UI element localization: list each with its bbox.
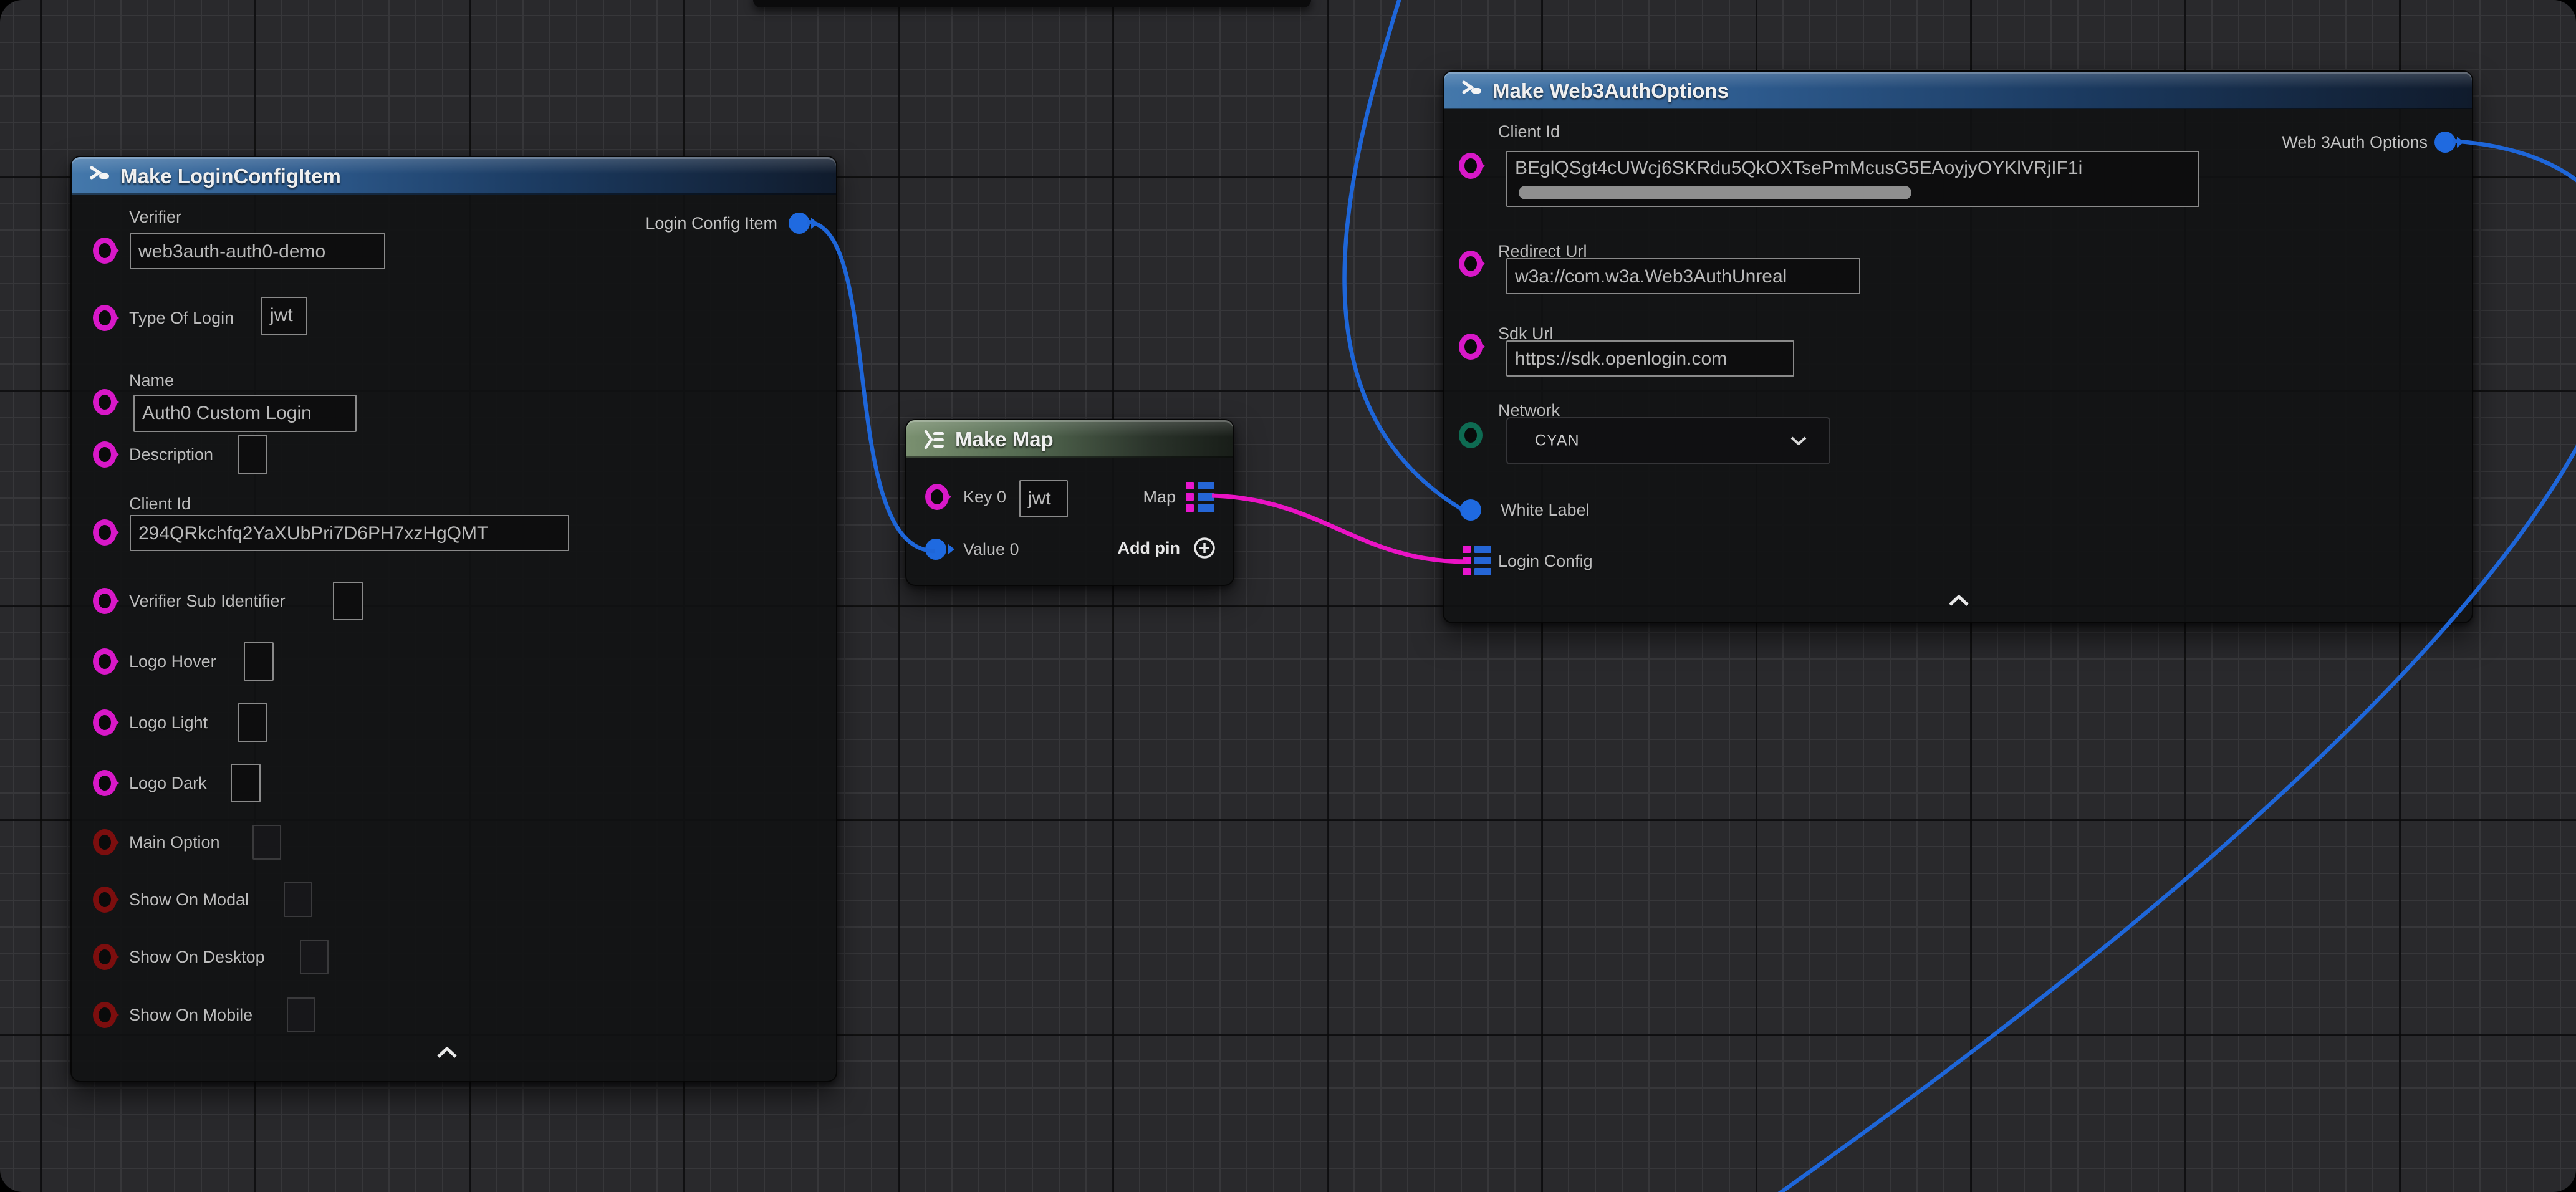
pin-label-type-of-login: Type Of Login [129,308,234,328]
name-field[interactable]: Auth0 Custom Login [133,395,357,432]
pin-label-show-on-desktop: Show On Desktop [129,947,265,967]
chevron-down-icon [1789,435,1808,446]
pin-label-main-option: Main Option [129,832,220,852]
pin-label-description: Description [129,445,213,464]
pin-label-show-on-modal: Show On Modal [129,890,249,910]
network-selected-value: CYAN [1535,432,1580,450]
input-pin-sdk-url[interactable] [1459,334,1483,360]
main-option-checkbox[interactable] [252,825,281,860]
input-pin-client-id[interactable] [93,519,117,546]
input-pin-key-0[interactable] [925,484,949,510]
client-id-field[interactable]: 294QRkchfq2YaXUbPri7D6PH7xzHgQMT [130,515,569,551]
pin-label-logo-dark: Logo Dark [129,773,207,793]
input-pin-description[interactable] [93,441,117,468]
screenshot-frame: Make LoginConfigItem Login Config Item V… [0,0,2576,1192]
input-pin-logo-dark[interactable] [93,770,117,796]
show-on-desktop-checkbox[interactable] [300,940,329,974]
input-pin-login-config[interactable] [1463,546,1491,575]
make-struct-icon [87,164,112,189]
input-pin-name[interactable] [93,389,117,415]
collapse-node-chevron[interactable] [436,1046,458,1059]
make-map-icon [921,427,946,452]
node-header[interactable]: Make Web3AuthOptions [1444,72,2472,109]
pin-label-verifier: Verifier [129,207,181,227]
pin-label-logo-light: Logo Light [129,713,208,733]
show-on-modal-checkbox[interactable] [284,882,312,917]
output-label-map: Map [1143,487,1176,507]
logo-light-field[interactable] [238,703,267,742]
output-pin-login-config-item[interactable] [789,213,810,234]
wire-map-to-login-config[interactable] [1212,496,1466,562]
input-pin-type-of-login[interactable] [93,305,117,331]
input-pin-redirect-url[interactable] [1459,251,1483,277]
client-id-value: BEglQSgt4cUWcj6SKRdu5QkOXTsePmMcusG5EAoy… [1515,158,2082,178]
pin-label-key-0: Key 0 [963,487,1006,507]
show-on-mobile-checkbox[interactable] [287,997,315,1032]
node-header[interactable]: Make LoginConfigItem [72,157,836,195]
node-make-map[interactable]: Make Map Key 0 jwt Map Value 0 Add pin [905,419,1234,586]
client-id-horizontal-scrollbar[interactable] [1519,186,1911,199]
pin-label-show-on-mobile: Show On Mobile [129,1005,252,1025]
node-title: Make Web3AuthOptions [1492,79,1729,103]
input-pin-logo-light[interactable] [93,709,117,736]
input-pin-logo-hover[interactable] [93,648,117,675]
input-pin-verifier-sub-identifier[interactable] [93,588,117,614]
pin-label-verifier-sub-identifier: Verifier Sub Identifier [129,591,286,611]
type-of-login-field[interactable]: jwt [261,297,307,335]
redirect-url-field[interactable]: w3a://com.w3a.Web3AuthUnreal [1506,258,1860,294]
input-pin-client-id[interactable] [1459,153,1483,179]
description-field[interactable] [238,435,267,474]
node-make-web3authoptions[interactable]: Make Web3AuthOptions Web 3Auth Options C… [1443,70,2473,623]
input-pin-show-on-modal[interactable] [93,887,117,913]
input-pin-network[interactable] [1459,422,1483,448]
verifier-sub-identifier-field[interactable] [333,582,363,620]
sdk-url-field[interactable]: https://sdk.openlogin.com [1506,340,1794,377]
pin-label-client-id: Client Id [1498,122,1560,142]
pin-label-logo-hover: Logo Hover [129,651,216,671]
add-pin-icon[interactable] [1193,536,1216,560]
input-pin-white-label[interactable] [1460,499,1481,521]
add-pin-label[interactable]: Add pin [1118,538,1180,558]
input-pin-show-on-mobile[interactable] [93,1002,117,1028]
output-label-web3auth-options: Web 3Auth Options [2282,132,2428,152]
client-id-field[interactable]: BEglQSgt4cUWcj6SKRdu5QkOXTsePmMcusG5EAoy… [1506,151,2199,207]
output-pin-map[interactable] [1186,482,1214,512]
output-label-login-config-item: Login Config Item [645,213,777,233]
pin-label-login-config: Login Config [1498,551,1593,571]
logo-hover-field[interactable] [244,642,274,681]
pin-label-white-label: White Label [1501,500,1590,520]
offscreen-node-edge[interactable] [753,0,1311,7]
collapse-node-chevron[interactable] [1948,594,1970,607]
node-title: Make LoginConfigItem [120,165,341,188]
node-header[interactable]: Make Map [906,420,1233,458]
blueprint-canvas[interactable]: Make LoginConfigItem Login Config Item V… [0,0,2576,1192]
make-struct-icon [1459,79,1484,103]
input-pin-main-option[interactable] [93,829,117,855]
input-pin-show-on-desktop[interactable] [93,944,117,970]
logo-dark-field[interactable] [231,764,261,802]
verifier-field[interactable]: web3auth-auth0-demo [130,233,385,269]
node-make-loginconfigitem[interactable]: Make LoginConfigItem Login Config Item V… [70,156,837,1082]
pin-label-client-id: Client Id [129,494,191,514]
pin-label-name: Name [129,370,174,390]
key-0-field[interactable]: jwt [1019,480,1068,517]
node-title: Make Map [955,428,1054,451]
pin-label-value-0: Value 0 [963,539,1019,559]
input-pin-verifier[interactable] [93,238,117,264]
network-dropdown[interactable]: CYAN [1506,417,1830,464]
